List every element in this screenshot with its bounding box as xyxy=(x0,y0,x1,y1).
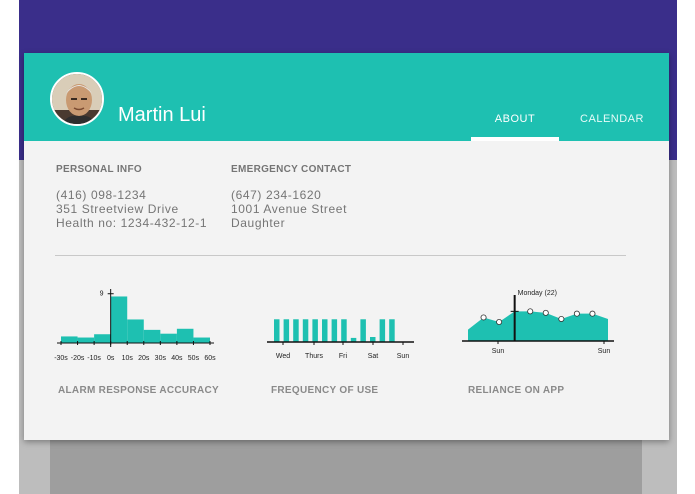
x-tick-label: 30s xyxy=(155,355,167,362)
data-point xyxy=(542,309,549,316)
section-divider xyxy=(55,255,626,256)
person-photo-icon xyxy=(52,74,102,124)
frequency-bar xyxy=(293,319,299,342)
frequency-bar xyxy=(283,319,290,342)
frequency-bar xyxy=(302,319,309,342)
emergency-phone: (647) 234-1620 xyxy=(231,188,322,202)
app-stage: Martin Lui ABOUT CALENDAR PERSONAL INFO … xyxy=(0,0,695,494)
emergency-relation: Daughter xyxy=(231,216,286,230)
x-tick-label: -20s xyxy=(71,355,85,362)
x-tick-label: -30s xyxy=(54,355,68,362)
x-tick-label: Wed xyxy=(276,353,290,360)
personal-address: 351 Streetview Drive xyxy=(56,202,179,216)
profile-header: Martin Lui ABOUT CALENDAR xyxy=(24,53,669,141)
histogram-bar xyxy=(77,337,95,343)
data-point xyxy=(496,319,503,326)
x-tick-label: Sun xyxy=(598,348,611,355)
frequency-bar xyxy=(341,319,347,342)
tab-calendar[interactable]: CALENDAR xyxy=(572,113,652,125)
active-tab-indicator xyxy=(471,137,559,141)
alarm-response-chart: 9 -30s -20s -10s 0s 10s 20s 30s 40s 50s 60s xyxy=(54,289,216,362)
personal-info-heading: PERSONAL INFO xyxy=(56,164,142,175)
frequency-bar xyxy=(379,319,386,342)
x-tick-label: 20s xyxy=(138,355,150,362)
frequency-bar xyxy=(274,319,280,342)
x-tick-label: -10s xyxy=(87,355,101,362)
histogram-bar xyxy=(176,328,194,343)
reliance-area xyxy=(468,311,608,341)
histogram-bar xyxy=(94,334,111,343)
chart-caption-alarm: ALARM RESPONSE ACCURACY xyxy=(58,385,219,396)
profile-name: Martin Lui xyxy=(118,104,206,126)
personal-phone: (416) 098-1234 xyxy=(56,188,147,202)
chart-caption-reliance: RELIANCE ON APP xyxy=(468,385,565,396)
x-tick-label: 40s xyxy=(171,355,183,362)
chart-caption-frequency: FREQUENCY OF USE xyxy=(271,385,379,396)
data-point xyxy=(480,314,487,321)
frequency-of-use-chart: Wed Thurs Fri Sat Sun xyxy=(267,319,414,360)
histogram-bar xyxy=(61,336,78,343)
frequency-bar xyxy=(312,319,318,342)
frequency-bar xyxy=(331,319,338,342)
data-point xyxy=(589,310,596,317)
x-tick-label: Sun xyxy=(397,353,410,360)
tooltip-label: Monday (22) xyxy=(518,290,557,297)
frequency-bar xyxy=(322,319,328,342)
x-tick-label: Thurs xyxy=(305,353,323,360)
profile-card: Martin Lui ABOUT CALENDAR PERSONAL INFO … xyxy=(24,53,669,440)
emergency-address: 1001 Avenue Street xyxy=(231,202,347,216)
data-point xyxy=(558,315,565,322)
histogram-bar xyxy=(160,333,177,343)
avatar xyxy=(50,72,104,126)
emergency-contact-heading: EMERGENCY CONTACT xyxy=(231,164,352,175)
x-tick-label: 60s xyxy=(204,355,216,362)
x-tick-label: 50s xyxy=(188,355,200,362)
frequency-bar xyxy=(389,319,395,342)
histogram-bar xyxy=(127,319,144,343)
histogram-bar xyxy=(110,296,128,343)
histogram-bar xyxy=(143,329,161,343)
x-tick-label: Fri xyxy=(339,353,348,360)
frequency-bar xyxy=(360,319,366,342)
histogram-bar xyxy=(193,337,210,343)
data-point xyxy=(527,308,534,315)
x-tick-label: Sat xyxy=(368,353,379,360)
x-tick-label: 0s xyxy=(107,355,115,362)
tab-about[interactable]: ABOUT xyxy=(471,113,559,125)
x-tick-label: Sun xyxy=(492,348,505,355)
y-tick-label: 9 xyxy=(100,291,104,298)
personal-health-no: Health no: 1234-432-12-1 xyxy=(56,216,208,230)
data-point xyxy=(573,310,580,317)
reliance-on-app-chart: Monday (22) Sun Sun xyxy=(462,290,614,355)
x-tick-label: 10s xyxy=(122,355,134,362)
